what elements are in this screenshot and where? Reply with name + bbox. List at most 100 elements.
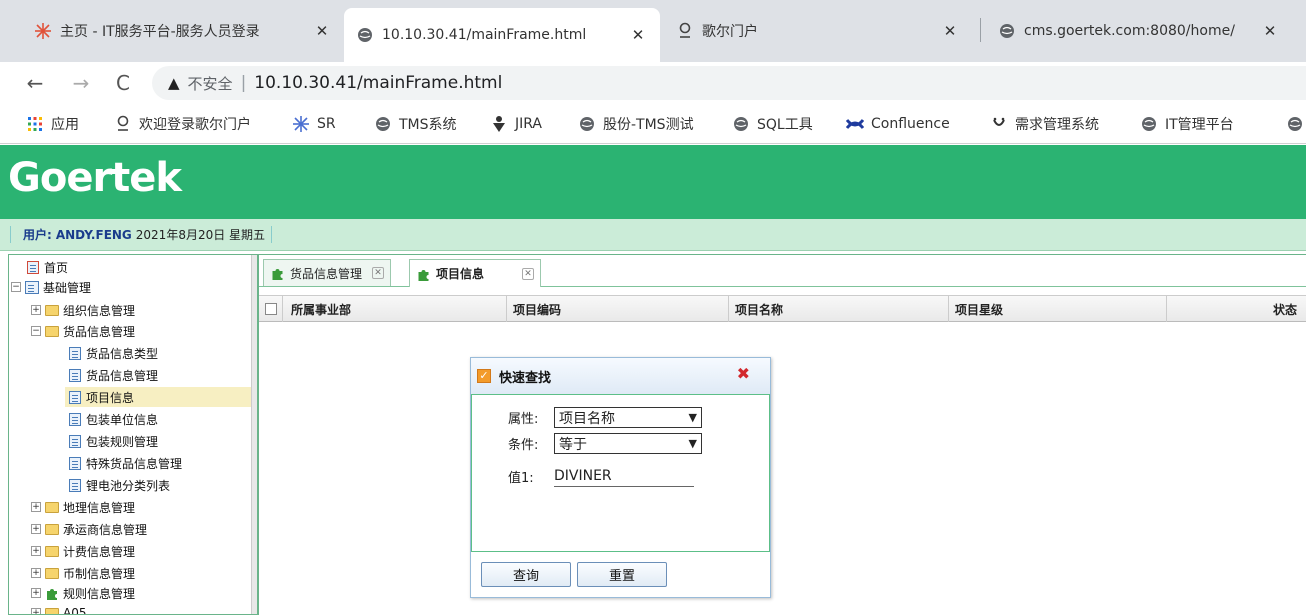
form-icon bbox=[67, 478, 83, 492]
column-header-status[interactable]: 状态 bbox=[1167, 296, 1306, 322]
tree-item-label: 规则信息管理 bbox=[63, 586, 136, 601]
tree-item-goods-mgmt[interactable]: 货品信息管理 bbox=[67, 365, 158, 385]
tree-scrollbar[interactable] bbox=[251, 255, 257, 614]
close-icon[interactable]: ✕ bbox=[372, 267, 385, 279]
column-label: 状态 bbox=[1272, 302, 1297, 317]
bookmark-label: Confluence bbox=[871, 116, 950, 132]
browser-tab-portal[interactable]: 歌尔门户 ✕ bbox=[664, 8, 972, 54]
dialog-title: 快速查找 bbox=[499, 370, 552, 386]
browser-tab-mainframe[interactable]: 10.10.30.41/mainFrame.html ✕ bbox=[344, 8, 660, 62]
tree-item-org[interactable]: + 组织信息管理 bbox=[31, 300, 135, 320]
tree-item-lithium-battery[interactable]: 锂电池分类列表 bbox=[67, 475, 170, 495]
close-icon[interactable]: ✕ bbox=[1260, 22, 1280, 40]
folder-icon bbox=[44, 522, 60, 536]
quick-find-dialog: ✓ 快速查找 ✖ 属性: 项目名称 ▼ 条件: 等于 ▼ 值1: DIVINER… bbox=[470, 357, 771, 598]
forward-arrow-icon[interactable]: → bbox=[66, 68, 96, 98]
browser-tab-it-service[interactable]: 主页 - IT服务平台-服务人员登录 ✕ bbox=[22, 8, 344, 54]
tab-project-info[interactable]: 项目信息 ✕ bbox=[409, 259, 542, 287]
url-input[interactable]: ▲ 不安全 | 10.10.30.41/mainFrame.html bbox=[152, 66, 1306, 100]
form-icon bbox=[67, 456, 83, 470]
bookmark-portal[interactable]: 欢迎登录歌尔门户 bbox=[114, 112, 251, 136]
bookmark-confluence[interactable]: Confluence bbox=[846, 112, 950, 136]
column-header-project-level[interactable]: 项目星级 bbox=[949, 296, 1167, 322]
bookmark-sr[interactable]: SR bbox=[292, 112, 336, 136]
bookmark-label: SQL工具 bbox=[757, 117, 813, 133]
demand-icon bbox=[990, 115, 1008, 133]
tree-item-label: 首页 bbox=[44, 260, 69, 275]
tree-item-home[interactable]: 首页 bbox=[25, 257, 68, 277]
insecure-label: 不安全 bbox=[187, 74, 233, 93]
main-content: 货品信息管理 ✕ 项目信息 ✕ 所属事业部 项目编码 项目名称 项目星级 状态 bbox=[258, 254, 1306, 615]
attribute-select[interactable]: 项目名称 ▼ bbox=[554, 407, 702, 428]
expand-toggle-icon[interactable]: + bbox=[31, 568, 41, 578]
browser-tab-cms[interactable]: cms.goertek.com:8080/home/ ✕ bbox=[986, 8, 1292, 54]
bookmark-more[interactable] bbox=[1286, 112, 1306, 136]
tree-item-basic-management[interactable]: − 基础管理 bbox=[11, 277, 91, 297]
back-arrow-icon[interactable]: ← bbox=[20, 68, 50, 98]
close-icon[interactable]: ✕ bbox=[312, 22, 332, 40]
tree-item-billing[interactable]: + 计费信息管理 bbox=[31, 541, 135, 561]
sr-star-icon bbox=[292, 115, 310, 133]
folder-icon bbox=[44, 303, 60, 317]
form-icon bbox=[67, 390, 83, 404]
condition-select[interactable]: 等于 ▼ bbox=[554, 433, 702, 454]
column-header-division[interactable]: 所属事业部 bbox=[285, 296, 507, 322]
tree-item-a05[interactable]: + A05 bbox=[31, 603, 86, 614]
column-header-project-name[interactable]: 项目名称 bbox=[729, 296, 949, 322]
jira-icon bbox=[490, 115, 508, 133]
bookmark-demand[interactable]: 需求管理系统 bbox=[990, 112, 1099, 136]
expand-toggle-icon[interactable]: + bbox=[31, 502, 41, 512]
bookmark-tms[interactable]: TMS系统 bbox=[374, 112, 457, 136]
bookmark-sql[interactable]: SQL工具 bbox=[732, 112, 813, 136]
tree-item-carrier[interactable]: + 承运商信息管理 bbox=[31, 519, 147, 539]
expand-toggle-icon[interactable]: + bbox=[31, 588, 41, 598]
column-label: 项目星级 bbox=[955, 302, 1004, 317]
collapse-toggle-icon[interactable]: − bbox=[31, 326, 41, 336]
bookmark-apps[interactable]: 应用 bbox=[26, 112, 79, 136]
close-icon[interactable]: ✕ bbox=[628, 26, 648, 44]
expand-toggle-icon[interactable]: + bbox=[31, 608, 41, 614]
dialog-title-bar[interactable]: ✓ 快速查找 ✖ bbox=[471, 358, 770, 394]
content-tab-bar: 货品信息管理 ✕ 项目信息 ✕ bbox=[259, 255, 1306, 287]
portal-icon bbox=[676, 22, 694, 40]
tab-title: 主页 - IT服务平台-服务人员登录 bbox=[60, 24, 260, 40]
tree-item-special-goods[interactable]: 特殊货品信息管理 bbox=[67, 453, 182, 473]
user-info-bar: 用户: ANDY.FENG 2021年8月20日 星期五 bbox=[0, 219, 1306, 251]
goertek-logo: Goertek bbox=[8, 155, 182, 201]
bookmark-jira[interactable]: JIRA bbox=[490, 112, 542, 136]
globe-icon bbox=[1140, 115, 1158, 133]
tree-item-label: 项目信息 bbox=[86, 390, 135, 405]
tree-item-package-rule[interactable]: 包装规则管理 bbox=[67, 431, 158, 451]
value-text: DIVINER bbox=[554, 467, 612, 484]
tree-item-goods-type[interactable]: 货品信息类型 bbox=[67, 343, 158, 363]
globe-icon bbox=[732, 115, 750, 133]
tree-item-project-info[interactable]: 项目信息 bbox=[65, 387, 251, 407]
tree-item-package-unit[interactable]: 包装单位信息 bbox=[67, 409, 158, 429]
bookmark-label: 需求管理系统 bbox=[1015, 117, 1099, 133]
query-button[interactable]: 查询 bbox=[481, 562, 571, 587]
expand-toggle-icon[interactable]: + bbox=[31, 305, 41, 315]
column-header-project-code[interactable]: 项目编码 bbox=[507, 296, 729, 322]
tree-item-label: 包装单位信息 bbox=[86, 412, 159, 427]
tab-goods-management[interactable]: 货品信息管理 ✕ bbox=[263, 259, 392, 286]
reload-icon[interactable]: C bbox=[108, 68, 138, 98]
url-text: 10.10.30.41/mainFrame.html bbox=[254, 73, 503, 93]
tree-item-goods[interactable]: − 货品信息管理 bbox=[31, 321, 135, 341]
close-icon[interactable]: ✕ bbox=[522, 267, 535, 280]
user-name: ANDY.FENG bbox=[55, 227, 132, 242]
dialog-body: 属性: 项目名称 ▼ 条件: 等于 ▼ 值1: DIVINER bbox=[471, 394, 770, 552]
tree-item-geo[interactable]: + 地理信息管理 bbox=[31, 497, 135, 517]
expand-toggle-icon[interactable]: + bbox=[31, 524, 41, 534]
expand-toggle-icon[interactable]: + bbox=[31, 546, 41, 556]
close-icon[interactable]: ✕ bbox=[940, 22, 960, 40]
tree-item-currency[interactable]: + 币制信息管理 bbox=[31, 563, 135, 583]
reset-button[interactable]: 重置 bbox=[577, 562, 667, 587]
select-all-checkbox[interactable] bbox=[259, 296, 283, 322]
collapse-toggle-icon[interactable]: − bbox=[11, 282, 21, 292]
bookmark-tms-test[interactable]: 股份-TMS测试 bbox=[578, 112, 694, 136]
folder-icon bbox=[44, 566, 60, 580]
close-icon[interactable]: ✖ bbox=[737, 364, 750, 383]
bookmark-it-platform[interactable]: IT管理平台 bbox=[1140, 112, 1234, 136]
tree-item-rules[interactable]: + 规则信息管理 bbox=[31, 583, 135, 603]
value-input[interactable]: DIVINER bbox=[554, 465, 694, 487]
